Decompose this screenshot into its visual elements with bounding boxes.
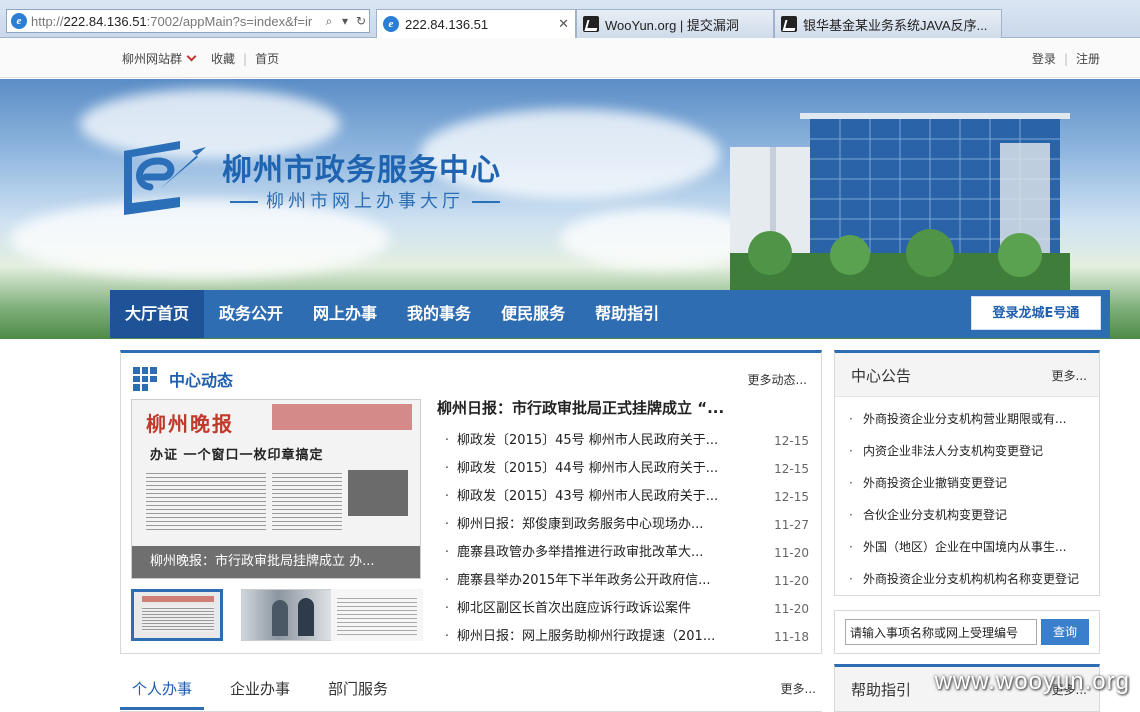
newspaper-headline: 办证 一个窗口一枚印章搞定 — [150, 448, 324, 463]
more-news-link[interactable]: 更多动态... — [748, 371, 807, 388]
home-link[interactable]: 首页 — [255, 50, 279, 67]
more-services-link[interactable]: 更多... — [781, 680, 816, 697]
wooyun-icon — [583, 16, 599, 32]
site-group-link[interactable]: 柳州网站群 — [122, 50, 182, 67]
login-link[interactable]: 登录 — [1032, 50, 1056, 67]
photo-thumbnail-1[interactable] — [131, 589, 223, 641]
site-title: 柳州市政务服务中心 — [222, 153, 501, 188]
news-panel-title: 中心动态 — [169, 371, 234, 390]
news-item[interactable]: · 柳政发〔2015〕45号 柳州市人民政府关于... 12-15 — [437, 427, 809, 455]
main-nav: 大厅首页 政务公开 网上办事 我的事务 便民服务 帮助指引 登录龙城E号通 — [110, 290, 1110, 338]
tab-title: WooYun.org | 提交漏洞 — [605, 17, 739, 33]
nav-item-public-affairs[interactable]: 政务公开 — [204, 290, 298, 338]
news-item[interactable]: · 鹿寨县政管办多举措推进行政审批改革大... 11-20 — [437, 539, 809, 567]
notice-panel-title: 中心公告 — [851, 367, 912, 385]
item-search-input[interactable] — [845, 619, 1037, 645]
notice-panel: 中心公告 更多... · 外商投资企业分支机构营业期限或有... · 内资企业非法人… — [834, 350, 1100, 596]
ie-icon: e — [383, 16, 399, 32]
more-notices-link[interactable]: 更多... — [1052, 367, 1087, 384]
nav-item-my-affairs[interactable]: 我的事务 — [392, 290, 486, 338]
close-tab-icon[interactable]: ✕ — [548, 16, 569, 32]
notice-item[interactable]: · 外商投资企业撤销变更登记 — [849, 467, 1087, 499]
newspaper-masthead: 柳州晚报 — [146, 412, 234, 436]
newspaper-photo — [348, 470, 408, 516]
government-building-image — [730, 113, 1070, 293]
dropdown-icon[interactable]: ▾ — [337, 14, 353, 28]
news-item[interactable]: · 柳北区副区长首次出庭应诉行政诉讼案件 11-20 — [437, 595, 809, 623]
tab-personal-affairs[interactable]: 个人办事 — [120, 678, 205, 710]
browser-tab-wooyun[interactable]: WooYun.org | 提交漏洞 — [576, 9, 774, 38]
newspaper-text-column — [146, 470, 266, 530]
notice-item[interactable]: · 合伙企业分支机构变更登记 — [849, 499, 1087, 531]
photo-thumbnail-3[interactable] — [331, 589, 423, 641]
address-url[interactable]: http://222.84.136.51:7002/appMain?s=inde… — [31, 14, 321, 29]
refresh-icon[interactable]: ↻ — [353, 14, 369, 28]
news-item[interactable]: · 鹿寨县举办2015年下半年政务公开政府信... 11-20 — [437, 567, 809, 595]
login-e-button[interactable]: 登录龙城E号通 — [971, 296, 1101, 330]
notice-item[interactable]: · 外商投资企业分支机构机构名称变更登记 — [849, 563, 1087, 595]
nav-item-help[interactable]: 帮助指引 — [580, 290, 674, 338]
tab-title: 222.84.136.51 — [405, 16, 489, 32]
news-photo-slide[interactable]: 柳州晚报 办证 一个窗口一枚印章搞定 柳州晚报：市行政审批局挂牌成立 办... — [131, 399, 421, 579]
top-utility-bar: 柳州网站群 收藏 | 首页 登录 | 注册 — [0, 38, 1140, 78]
notice-item[interactable]: · 内资企业非法人分支机构变更登记 — [849, 435, 1087, 467]
tab-title: 银华基金某业务系统JAVA反序... — [803, 17, 988, 33]
nav-item-home[interactable]: 大厅首页 — [110, 290, 205, 338]
nav-item-public-service[interactable]: 便民服务 — [486, 290, 580, 338]
news-item[interactable]: · 柳政发〔2015〕44号 柳州市人民政府关于... 12-15 — [437, 455, 809, 483]
newspaper-banner-image — [272, 404, 412, 430]
center-news-panel: 中心动态 更多动态... 柳州晚报 办证 一个窗口一枚印章搞定 柳州晚报：市行政… — [120, 350, 822, 654]
tab-enterprise-affairs[interactable]: 企业办事 — [230, 678, 290, 707]
browser-tab-active[interactable]: e 222.84.136.51 ✕ — [376, 9, 576, 38]
news-lead-headline[interactable]: 柳州日报：市行政审批局正式挂牌成立 “... — [437, 397, 809, 423]
site-subtitle: 柳州市网上办事大厅 — [222, 187, 508, 213]
watermark-text: www.wooyun.org — [934, 668, 1130, 695]
item-search-box: 查询 — [834, 610, 1100, 654]
newspaper-text-column — [272, 470, 342, 530]
separator: | — [243, 51, 248, 66]
search-button[interactable]: 查询 — [1041, 619, 1089, 645]
photo-caption[interactable]: 柳州晚报：市行政审批局挂牌成立 办... — [132, 546, 420, 578]
browser-chrome: e http://222.84.136.51:7002/appMain?s=in… — [0, 0, 1140, 38]
grid-icon — [133, 367, 157, 391]
wooyun-icon — [781, 16, 797, 32]
separator: | — [1063, 51, 1068, 66]
notice-item[interactable]: · 外国（地区）企业在中国境内从事生... — [849, 531, 1087, 563]
notice-item[interactable]: · 外商投资企业分支机构营业期限或有... — [849, 403, 1087, 435]
news-item[interactable]: · 柳政发〔2015〕43号 柳州市人民政府关于... 12-15 — [437, 483, 809, 511]
register-link[interactable]: 注册 — [1076, 50, 1100, 67]
news-item[interactable]: · 柳州日报：郑俊康到政务服务中心现场办... 11-27 — [437, 511, 809, 539]
help-panel-title: 帮助指引 — [851, 681, 912, 699]
news-item[interactable]: · 柳州日报：网上服务助柳州行政提速（201... 11-18 — [437, 623, 809, 651]
tab-department-service[interactable]: 部门服务 — [328, 678, 388, 707]
search-icon[interactable]: ⌕ — [321, 14, 337, 29]
ie-icon: e — [11, 13, 27, 29]
chevron-down-icon[interactable] — [186, 51, 197, 62]
browser-tab-wooyun-2[interactable]: 银华基金某业务系统JAVA反序... — [774, 9, 1002, 38]
address-bar[interactable]: e http://222.84.136.51:7002/appMain?s=in… — [6, 9, 370, 33]
nav-item-online-service[interactable]: 网上办事 — [298, 290, 392, 338]
site-logo-icon — [124, 141, 206, 215]
photo-thumbnail-2[interactable] — [241, 589, 333, 641]
service-tabs: 个人办事 企业办事 部门服务 更多... — [120, 672, 822, 712]
news-list: 柳州日报：市行政审批局正式挂牌成立 “... · 柳政发〔2015〕45号 柳州市… — [437, 397, 809, 651]
favorite-link[interactable]: 收藏 — [211, 50, 235, 67]
